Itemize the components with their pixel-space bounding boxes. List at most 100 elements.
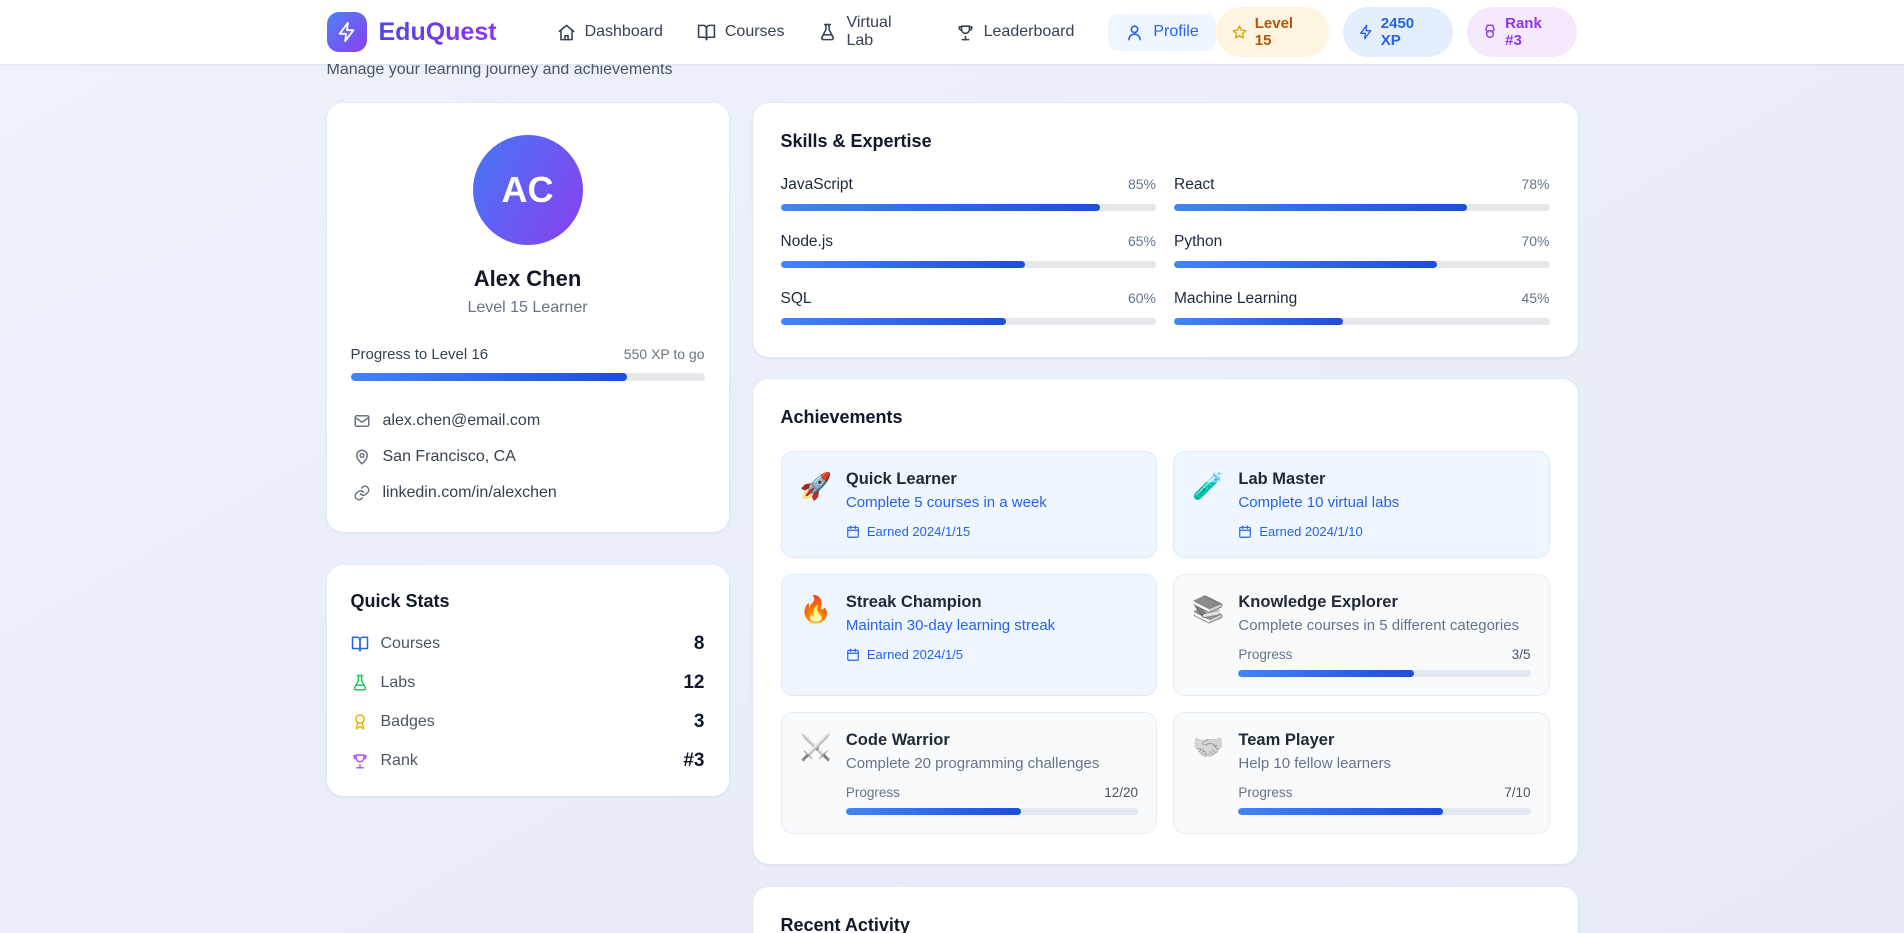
email-text: alex.chen@email.com [382,412,541,429]
fire-icon: 🔥 [799,594,832,624]
recent-activity-title: Recent Activity [780,915,910,933]
trophy-icon [351,752,369,770]
test-tube-icon: 🧪 [1192,471,1225,501]
skill-sql: SQL 60% [780,290,1156,325]
rocket-icon: 🚀 [799,471,832,501]
page-content: Manage your learning journey and achieve… [0,64,1904,933]
skills-card: Skills & Expertise JavaScript 85% React 78… [752,103,1578,357]
link-icon [353,484,371,502]
skill-machine-learning: Machine Learning 45% [1174,290,1550,325]
achievement-lab-master[interactable]: 🧪 Lab Master Complete 10 virtual labs Ea… [1173,451,1550,558]
linkedin-text: linkedin.com/in/alexchen [382,484,557,501]
achievement-desc: Maintain 30-day learning streak [845,617,1056,634]
skill-bar-track [780,204,1156,211]
zap-icon [1358,24,1374,40]
achievement-desc: Help 10 fellow learners [1238,755,1391,772]
skill-name: Node.js [780,233,834,250]
skill-pct: 70% [1521,233,1550,249]
achievement-knowledge-explorer[interactable]: 📚 Knowledge Explorer Complete courses in… [1173,574,1550,696]
calendar-icon [846,648,860,662]
nav-item-virtual-lab[interactable]: Virtual Lab [818,5,921,59]
avatar: AC [472,135,583,245]
brand-logo-zap-icon [326,12,367,52]
calendar-icon [846,525,860,539]
contact-info: alex.chen@email.com San Francisco, CA li… [351,412,705,502]
xp-to-go-label: 550 XP to go [623,346,705,362]
level-progress-label: Progress to Level 16 [350,346,489,363]
quick-stats-card: Quick Stats Courses 8 Labs 12 Badges 3 R… [326,565,729,796]
achievement-name: Streak Champion [845,593,982,611]
nav-item-leaderboard[interactable]: Leaderboard [956,14,1074,51]
header-badges: Level 15 2450 XP Rank #3 [1215,7,1578,57]
map-pin-icon [353,448,371,466]
main-nav: Dashboard Courses Virtual Lab Leaderboar… [557,5,1216,59]
book-open-icon [697,23,716,42]
page-subtitle: Manage your learning journey and achieve… [326,64,673,78]
skill-pct: 65% [1127,233,1156,249]
stat-row-courses: Courses 8 [351,633,705,655]
skill-pct: 78% [1521,176,1550,192]
progress-value: 7/10 [1504,785,1531,800]
skill-python: Python 70% [1174,233,1550,268]
profile-card: AC Alex Chen Level 15 Learner Progress t… [326,103,729,532]
progress-label: Progress [1238,785,1293,800]
achievement-desc: Complete courses in 5 different categori… [1238,617,1520,634]
level-badge-label: Level 15 [1254,15,1294,49]
skill-bar-track [1174,204,1550,211]
achievement-bar-fill [1238,808,1443,815]
skill-react: React 78% [1174,176,1550,211]
progress-label: Progress [845,785,900,800]
skill-name: JavaScript [780,176,853,193]
achievement-bar-fill [845,808,1022,815]
stat-label: Labs [380,674,416,691]
quick-stats-title: Quick Stats [350,591,450,611]
star-icon [1231,24,1248,41]
stat-value: 3 [693,711,705,732]
brand[interactable]: EduQuest [326,12,497,52]
skill-pct: 60% [1127,290,1156,306]
level-badge: Level 15 [1215,7,1329,57]
earned-date: Earned 2024/1/15 [866,524,971,539]
award-icon [351,713,369,731]
stat-row-badges: Badges 3 [351,711,705,733]
achievement-code-warrior[interactable]: ⚔️ Code Warrior Complete 20 programming … [780,712,1157,834]
stat-label: Courses [380,635,441,652]
location-text: San Francisco, CA [382,448,516,465]
skill-nodejs: Node.js 65% [780,233,1156,268]
achievement-bar-track [1238,808,1531,815]
skill-name: Python [1174,233,1223,250]
achievement-bar-fill [1238,670,1414,677]
contact-email: alex.chen@email.com [351,412,705,430]
calendar-icon [1238,525,1252,539]
level-progress-track [350,373,705,381]
skill-bar-fill [780,261,1025,268]
achievement-streak-champion[interactable]: 🔥 Streak Champion Maintain 30-day learni… [780,574,1157,696]
nav-label: Virtual Lab [846,14,892,49]
mail-icon [353,412,371,430]
contact-linkedin[interactable]: linkedin.com/in/alexchen [351,484,705,502]
skill-bar-track [1174,261,1550,268]
achievement-team-player[interactable]: 🤝 Team Player Help 10 fellow learners Pr… [1173,712,1550,834]
achievement-quick-learner[interactable]: 🚀 Quick Learner Complete 5 courses in a … [780,451,1157,558]
nav-item-profile[interactable]: Profile [1108,13,1216,51]
achievement-desc: Complete 5 courses in a week [845,494,1047,511]
rank-badge-label: Rank #3 [1505,15,1542,49]
xp-badge: 2450 XP [1342,7,1454,57]
stat-row-rank: Rank #3 [351,750,705,772]
skill-javascript: JavaScript 85% [780,176,1156,211]
nav-label: Dashboard [584,23,663,40]
nav-item-courses[interactable]: Courses [697,14,784,51]
nav-item-dashboard[interactable]: Dashboard [557,14,663,51]
handshake-icon: 🤝 [1192,732,1225,762]
progress-value: 3/5 [1511,647,1531,662]
achievement-bar-track [1238,670,1531,677]
skill-bar-fill [780,318,1006,325]
skill-bar-fill [1174,318,1343,325]
achievement-name: Code Warrior [845,731,950,749]
stat-value: 8 [693,633,705,654]
skill-bar-fill [1174,261,1437,268]
skill-bar-fill [1174,204,1467,211]
medal-icon [1482,24,1498,40]
profile-level-title: Level 15 Learner [467,299,588,316]
achievement-name: Lab Master [1238,470,1326,488]
